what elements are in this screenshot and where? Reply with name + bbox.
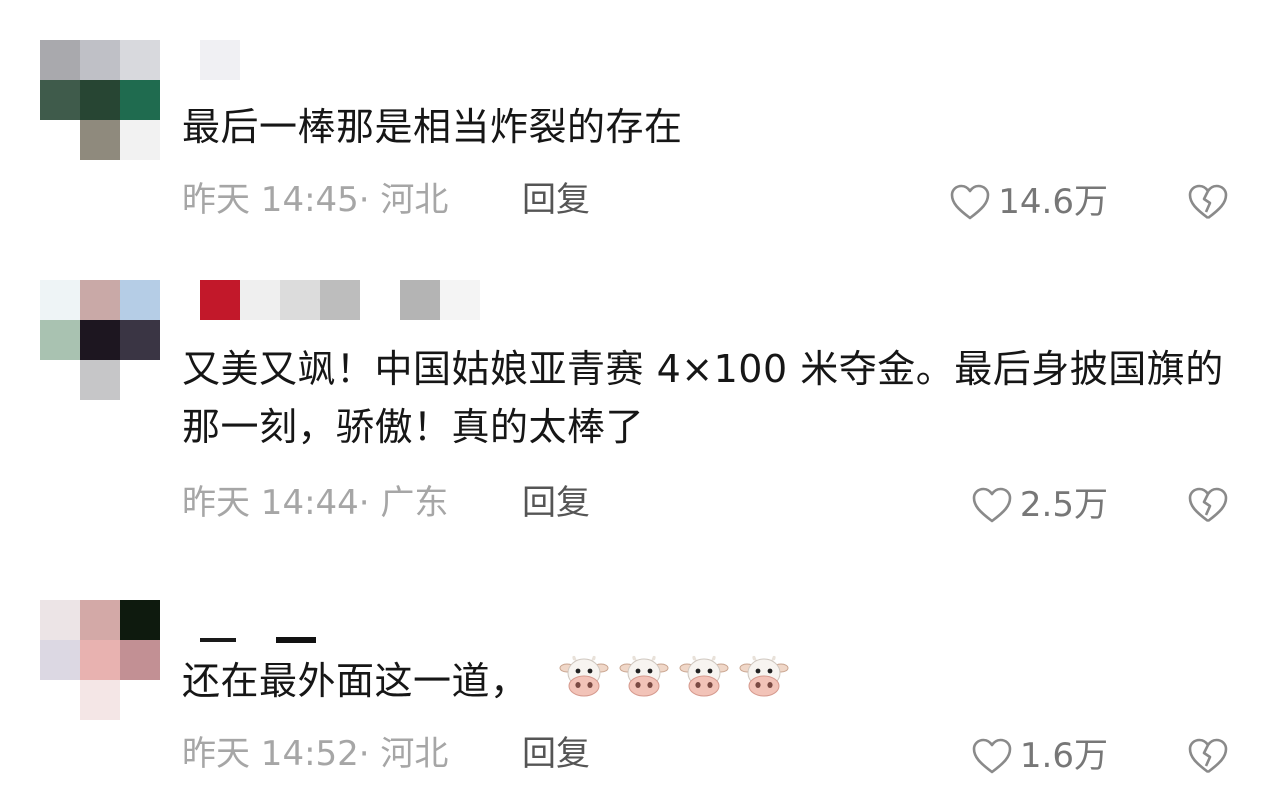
username-redacted[interactable] [200,636,316,644]
comment-text: 又美又飒！中国姑娘亚青赛 4×100 米夺金。最后身披国旗的那一刻，骄傲！真的太… [182,347,1224,449]
like-button[interactable]: 1.6万 [970,736,1108,776]
broken-heart-icon [1188,184,1228,220]
cow-face-emoji-icon [559,652,609,702]
avatar[interactable] [40,280,160,400]
heart-outline-icon [972,738,1012,774]
dislike-button[interactable] [1186,182,1230,222]
comment-text: 最后一棒那是相当炸裂的存在 [182,105,683,149]
comment-meta: 昨天 14:52· 河北 [182,734,449,774]
like-button[interactable]: 2.5万 [970,485,1108,525]
broken-heart-icon [1188,487,1228,523]
comment-text: 还在最外面这一道， [182,652,1242,710]
reply-button[interactable]: 回复 [522,180,590,220]
dislike-button[interactable] [1186,736,1230,776]
emoji-row [529,655,789,703]
cow-face-emoji-icon [679,652,729,702]
comment-meta: 昨天 14:45· 河北 [182,180,449,220]
username-redacted[interactable] [200,280,480,320]
heart-outline-icon [950,184,990,220]
like-count: 2.5万 [1019,485,1108,525]
like-count: 1.6万 [1019,736,1108,776]
avatar[interactable] [40,40,160,160]
reply-button[interactable]: 回复 [522,483,590,523]
avatar[interactable] [40,600,160,720]
comment-meta: 昨天 14:44· 广东 [182,483,449,523]
heart-outline-icon [972,487,1012,523]
broken-heart-icon [1188,738,1228,774]
reply-button[interactable]: 回复 [522,734,590,774]
dislike-button[interactable] [1186,485,1230,525]
username-redacted[interactable] [200,40,240,80]
like-count: 14.6万 [998,182,1108,222]
cow-face-emoji-icon [739,652,789,702]
comment-text-body: 还在最外面这一道， [182,659,529,703]
cow-face-emoji-icon [619,652,669,702]
like-button[interactable]: 14.6万 [948,182,1108,222]
